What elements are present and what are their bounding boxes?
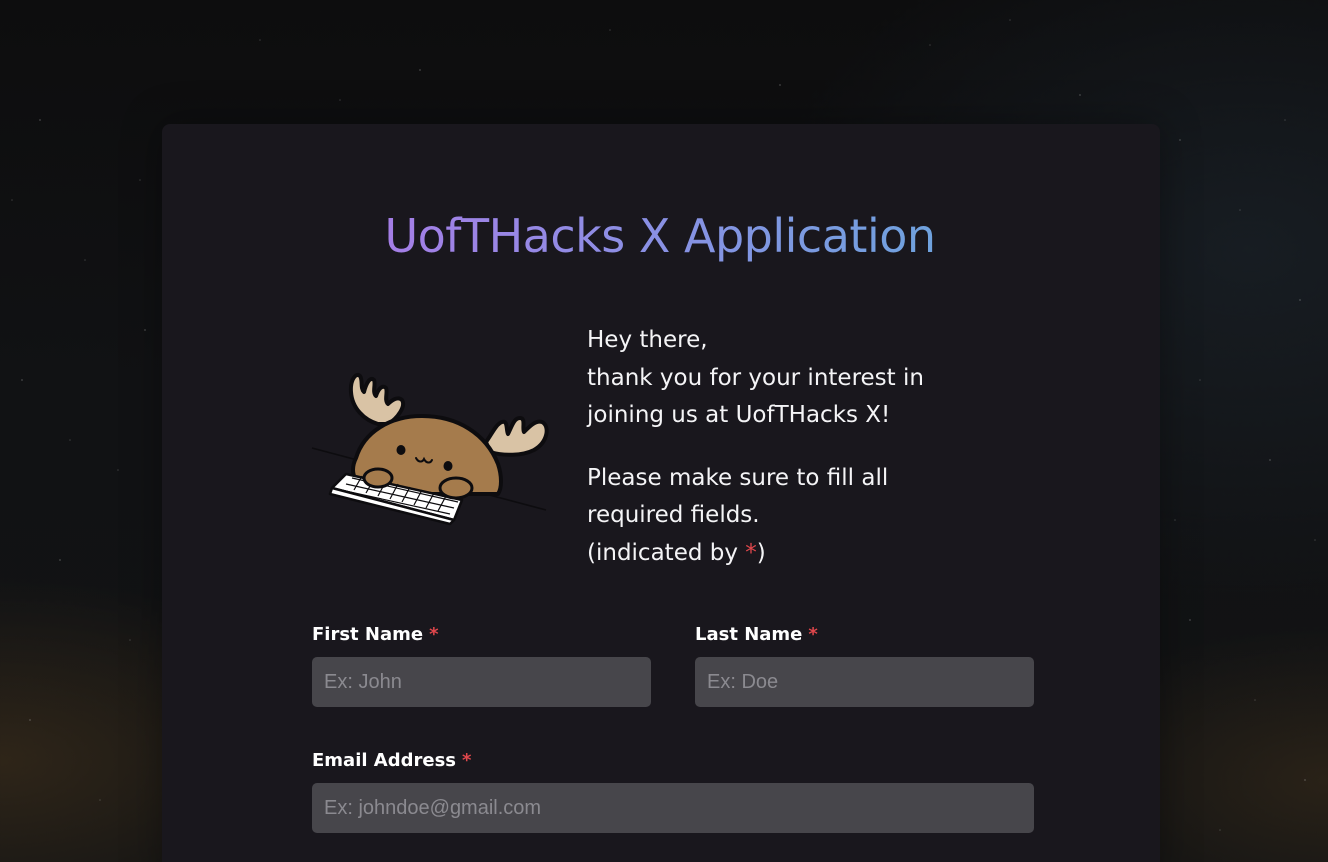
email-input[interactable]: [312, 783, 1034, 833]
page-title: UofTHacks X Application: [384, 209, 936, 263]
last-name-required-marker: *: [808, 624, 818, 645]
intro-line-5: required fields.: [587, 502, 760, 528]
intro-line-3: joining us at UofTHacks X!: [587, 402, 891, 428]
intro-line-4: Please make sure to fill all: [587, 464, 889, 491]
intro-greeting: Hey there, thank you for your interest i…: [587, 322, 1007, 435]
intro-line-6-prefix: (indicated by: [587, 539, 746, 566]
intro-line-1: Hey there,: [587, 327, 708, 353]
intro-text: Hey there, thank you for your interest i…: [587, 322, 1007, 572]
intro-line-6-suffix: ): [756, 539, 766, 566]
intro-instructions: Please make sure to fill all required fi…: [587, 460, 1007, 573]
last-name-label: Last Name *: [695, 623, 818, 647]
email-label-text: Email Address: [312, 750, 457, 771]
email-required-marker: *: [462, 750, 472, 771]
email-label: Email Address *: [312, 749, 471, 773]
intro-line-2: thank you for your interest in: [587, 364, 924, 391]
first-name-label-text: First Name: [312, 624, 424, 645]
first-name-required-marker: *: [429, 624, 439, 645]
last-name-label-text: Last Name: [695, 624, 803, 645]
required-asterisk: *: [745, 539, 757, 566]
first-name-label: First Name *: [312, 623, 439, 647]
last-name-input[interactable]: [695, 657, 1034, 707]
moose-mascot-icon: [311, 373, 549, 526]
first-name-input[interactable]: [312, 657, 651, 707]
